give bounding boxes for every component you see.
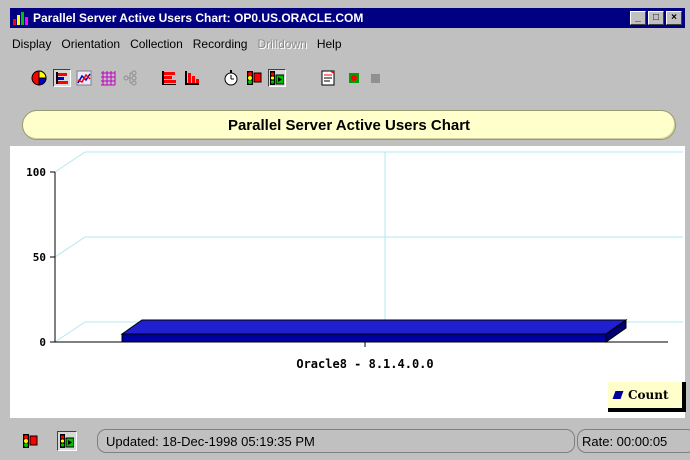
maximize-button[interactable]: □ [648, 11, 664, 25]
y-tick-label: 100 [26, 166, 46, 179]
menu-bar: Display Orientation Collection Recording… [10, 29, 685, 59]
grid-line [54, 236, 86, 258]
bar [121, 333, 607, 343]
report-icon[interactable] [319, 69, 337, 87]
traffic-light-play-icon[interactable] [268, 69, 286, 87]
hierarchy-icon [121, 69, 139, 87]
pie-chart-icon[interactable] [30, 69, 48, 87]
line-chart-icon[interactable] [75, 69, 93, 87]
traffic-light-icon[interactable] [20, 431, 40, 451]
chart-panel: 0 50 100 Oracle8 - 8.1.4.0.0 [10, 146, 685, 418]
y-tick-label: 0 [39, 336, 46, 349]
bar-top [120, 319, 628, 335]
minimize-button[interactable]: _ [630, 11, 646, 25]
y-tick-label: 50 [33, 251, 46, 264]
chart-title: Parallel Server Active Users Chart [22, 110, 676, 140]
menu-drilldown: Drilldown [257, 37, 307, 51]
window-title: Parallel Server Active Users Chart: OP0.… [33, 11, 364, 25]
traffic-light-play-icon[interactable] [57, 431, 77, 451]
grid-table-icon[interactable] [99, 69, 117, 87]
close-button[interactable]: × [666, 11, 682, 25]
menu-help[interactable]: Help [317, 37, 342, 51]
grid-line [54, 321, 86, 343]
traffic-light-icon[interactable] [245, 69, 263, 87]
stop-icon [366, 69, 384, 87]
record-icon[interactable] [345, 69, 363, 87]
status-updated-text: Updated: 18-Dec-1998 05:19:35 PM [97, 429, 575, 453]
menu-recording[interactable]: Recording [193, 37, 248, 51]
menu-collection[interactable]: Collection [130, 37, 183, 51]
grid-line [54, 151, 86, 173]
legend-label: Count [628, 388, 669, 402]
status-rate-text: Rate: 00:00:05 [577, 429, 690, 453]
menu-display[interactable]: Display [12, 37, 51, 51]
x-tick-label: Oracle8 - 8.1.4.0.0 [296, 357, 433, 371]
chart-legend: Count [608, 382, 686, 412]
toolbar [10, 59, 685, 101]
status-bar: Updated: 18-Dec-1998 05:19:35 PM Rate: 0… [10, 426, 690, 454]
legend-swatch [612, 391, 624, 399]
bar-chart: 0 50 100 Oracle8 - 8.1.4.0.0 [26, 151, 683, 371]
chart-app-icon [13, 11, 29, 25]
menu-orientation[interactable]: Orientation [61, 37, 120, 51]
vertical-bars-icon[interactable] [183, 69, 201, 87]
stopwatch-icon[interactable] [222, 69, 240, 87]
horizontal-bars-icon[interactable] [160, 69, 178, 87]
window-titlebar: Parallel Server Active Users Chart: OP0.… [10, 8, 685, 28]
horizontal-bar-chart-icon[interactable] [53, 69, 71, 87]
